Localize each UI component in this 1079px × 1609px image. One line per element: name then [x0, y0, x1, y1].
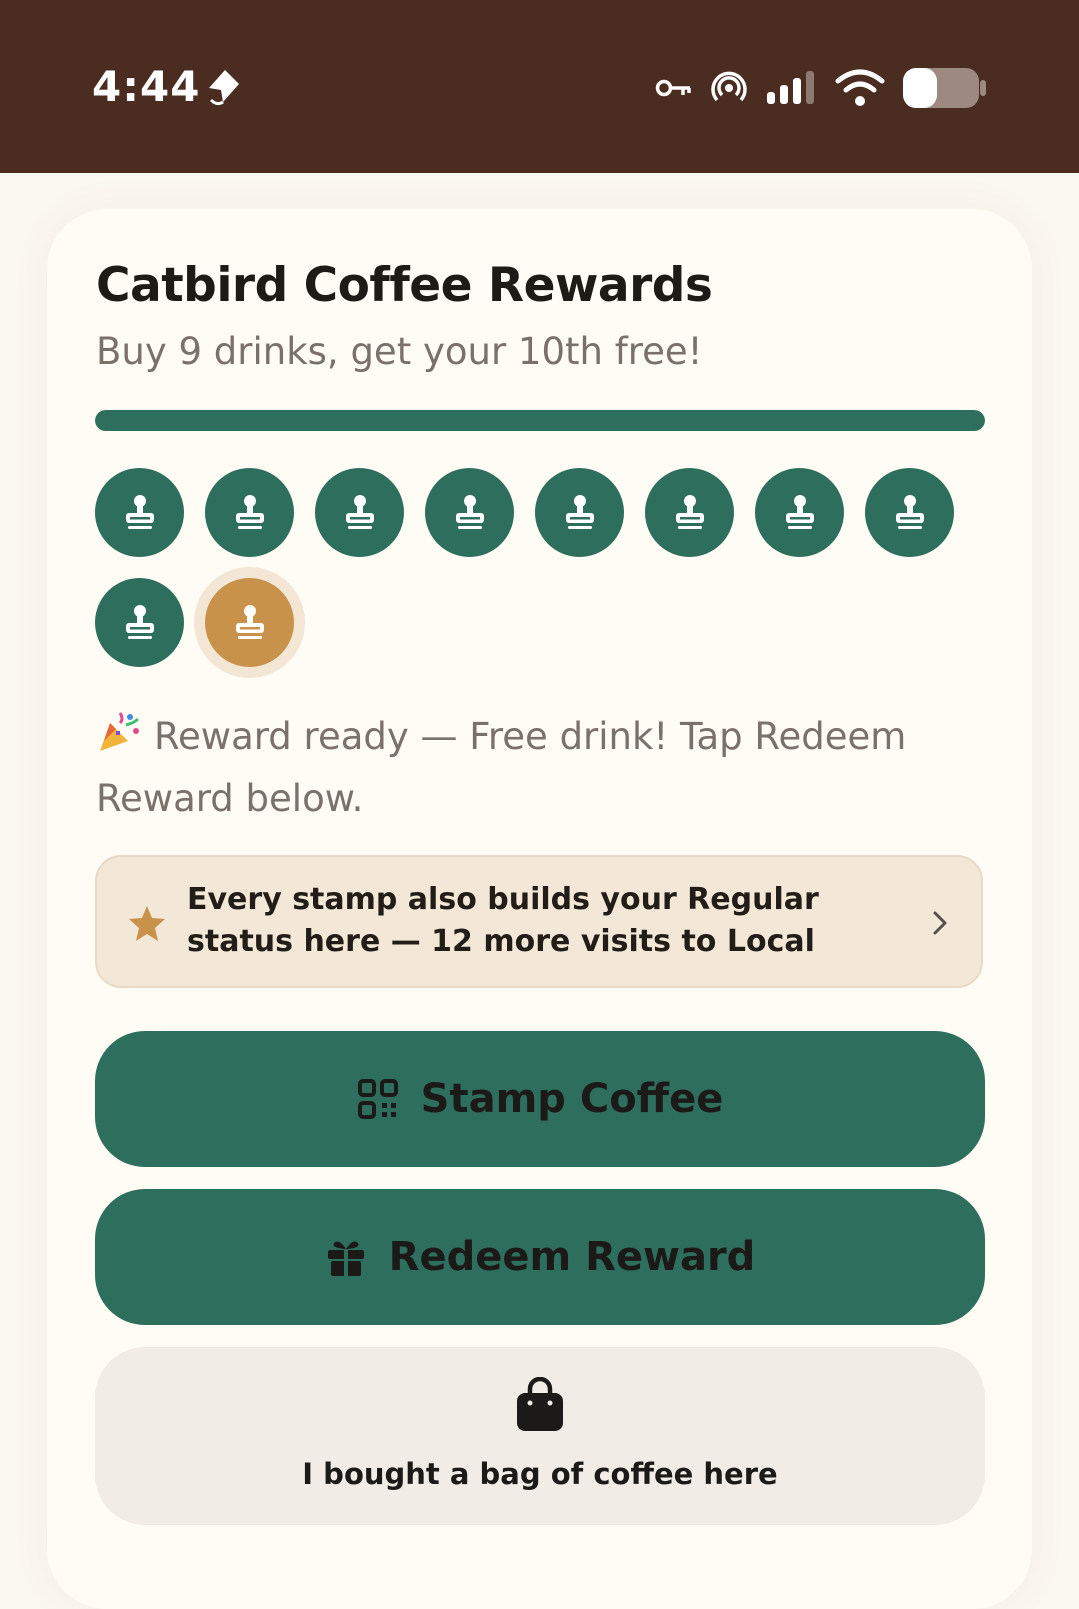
star-icon	[129, 906, 165, 941]
stamp-filled	[95, 578, 184, 667]
stamp-filled	[865, 468, 954, 557]
signal-icon	[767, 71, 814, 104]
stamp-icon	[125, 494, 154, 529]
progress-bar-fill	[95, 410, 985, 431]
reward-message-text: Reward ready — Free drink! Tap Redeem Re…	[96, 715, 907, 820]
redeem-reward-button[interactable]: Redeem Reward	[95, 1189, 985, 1325]
stamp-coffee-label: Stamp Coffee	[420, 1076, 724, 1122]
navigation-arrow-icon	[209, 70, 239, 106]
stamp-icon	[455, 494, 484, 529]
battery-icon	[903, 68, 986, 108]
stamp-filled	[755, 468, 844, 557]
regular-status-banner[interactable]: Every stamp also builds your Regular sta…	[95, 855, 983, 988]
stamp-icon	[235, 604, 264, 639]
rewards-subtitle: Buy 9 drinks, get your 10th free!	[96, 330, 703, 373]
stamp-icon	[125, 604, 154, 639]
stamp-filled	[315, 468, 404, 557]
stamp-icon	[235, 494, 264, 529]
stamp-icon	[785, 494, 814, 529]
regular-status-text: Every stamp also builds your Regular sta…	[187, 882, 819, 959]
stamp-coffee-button[interactable]: Stamp Coffee	[95, 1031, 985, 1167]
stamp-filled	[425, 468, 514, 557]
status-time: 4:44	[92, 62, 201, 111]
wifi-icon	[835, 69, 885, 106]
reward-message: Reward ready — Free drink! Tap Redeem Re…	[96, 706, 976, 830]
party-popper-icon	[100, 712, 140, 751]
stamp-icon	[565, 494, 594, 529]
status-bar: 4:44	[0, 0, 1079, 173]
stamp-filled	[205, 468, 294, 557]
redeem-reward-label: Redeem Reward	[388, 1234, 756, 1280]
stamp-filled	[95, 468, 184, 557]
stamp-icon	[895, 494, 924, 529]
bought-bag-label: I bought a bag of coffee here	[302, 1457, 778, 1491]
stamp-filled	[645, 468, 734, 557]
hotspot-icon	[711, 71, 747, 102]
reward-stamp	[205, 578, 294, 667]
stamp-icon	[345, 494, 374, 529]
chevron-right-icon	[933, 911, 947, 935]
page-title: Catbird Coffee Rewards	[96, 258, 713, 313]
shopping-bag-icon	[517, 1377, 563, 1431]
vpn-key-icon	[655, 79, 691, 97]
qr-code-icon	[357, 1079, 398, 1119]
status-icons	[655, 66, 987, 110]
gift-icon	[327, 1241, 364, 1276]
stamp-filled	[535, 468, 624, 557]
bought-bag-button[interactable]: I bought a bag of coffee here	[95, 1347, 985, 1525]
stamp-icon	[675, 494, 704, 529]
progress-bar	[95, 410, 985, 431]
